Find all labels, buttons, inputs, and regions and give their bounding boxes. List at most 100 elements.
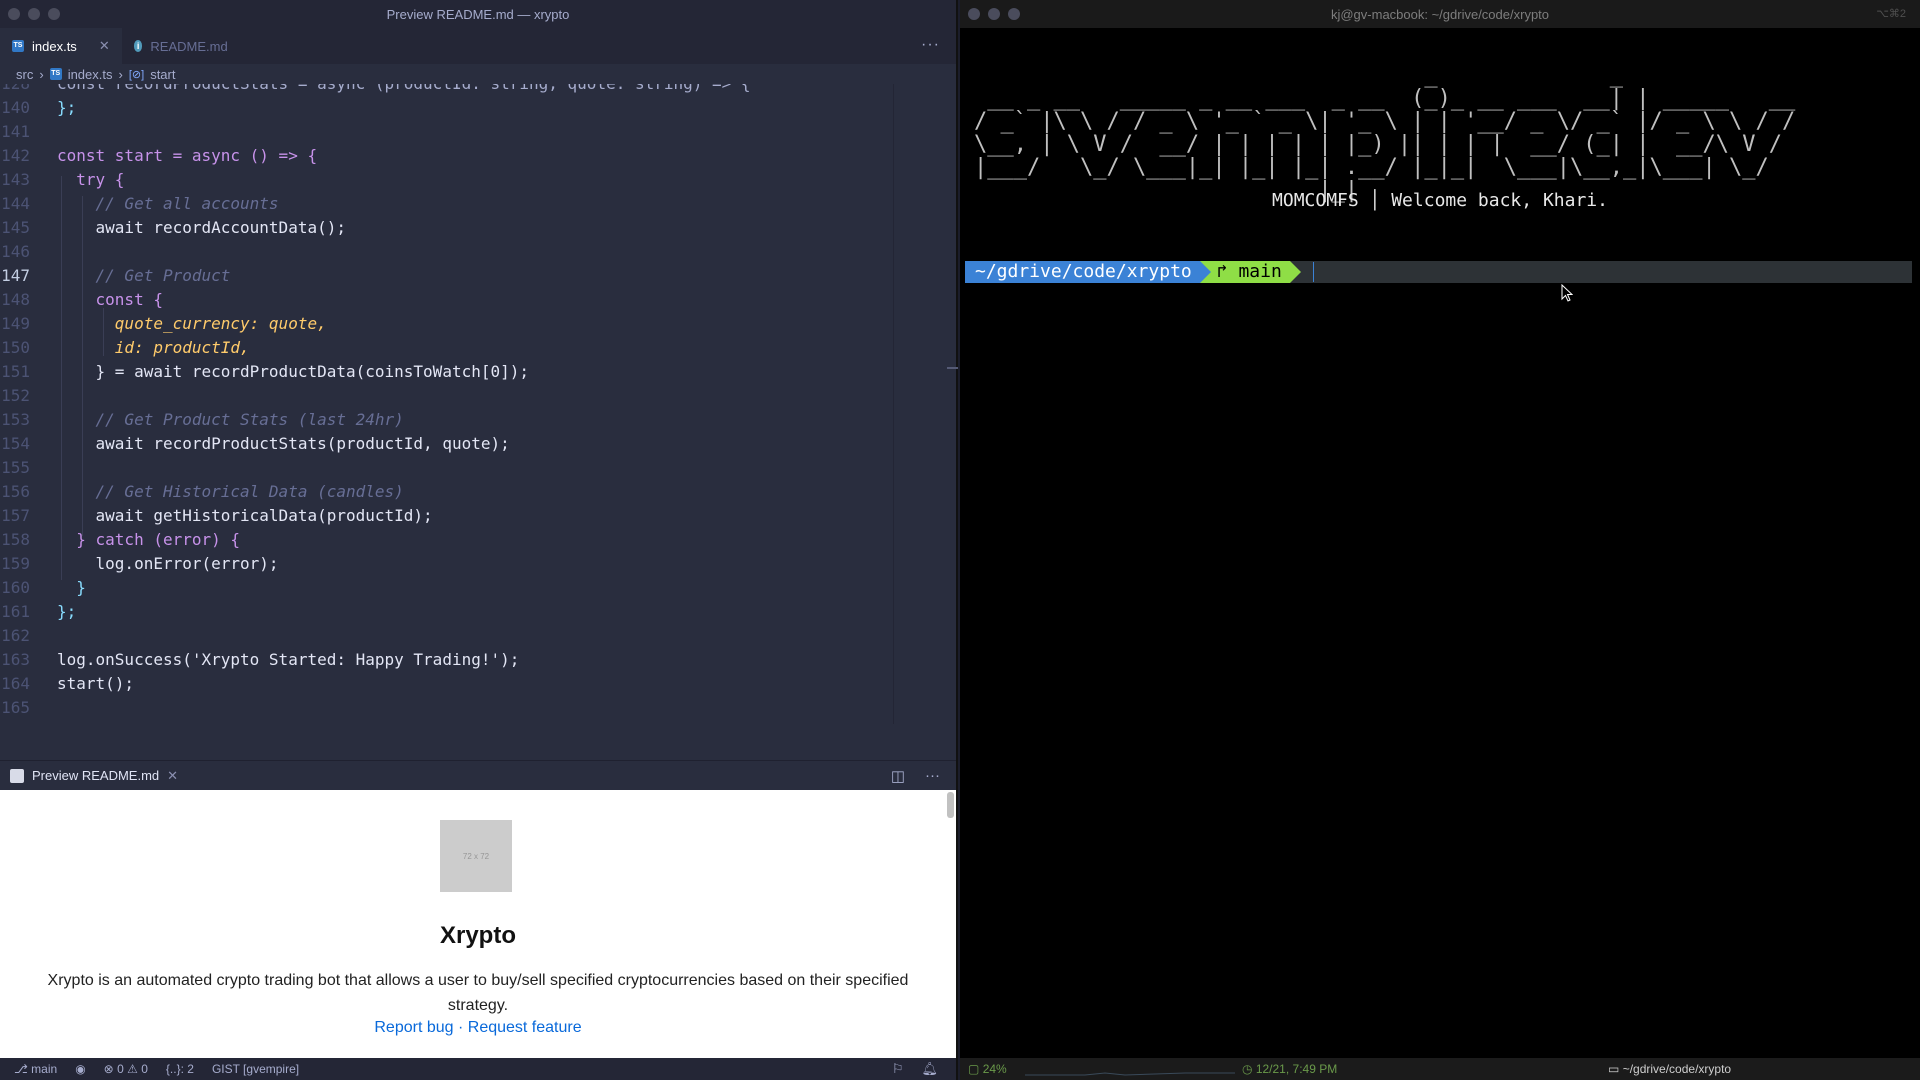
more-actions-icon[interactable]: ··· — [925, 767, 940, 785]
code-line: 156 // Get Historical Data (candles) — [1, 482, 404, 501]
terminal-window[interactable]: kj@gv-macbook: ~/gdrive/code/xrypto ⌥⌘2 … — [960, 0, 1920, 1080]
zoom-window-button[interactable] — [1008, 8, 1020, 20]
more-actions-icon[interactable]: ··· — [921, 36, 940, 54]
prompt-branch: ↱ main — [1210, 261, 1290, 283]
code-line: 128const recordProductStats = async (pro… — [0, 84, 893, 96]
code-line: 155 — [1, 458, 30, 477]
minimap-border — [893, 84, 894, 724]
terminal-titlebar: kj@gv-macbook: ~/gdrive/code/xrypto ⌥⌘2 — [960, 0, 1920, 28]
report-bug-link[interactable]: Report bug — [374, 1019, 453, 1036]
readme-title: Xrypto — [439, 922, 516, 949]
editor-titlebar: Preview README.md — xrypto — [0, 0, 956, 28]
link-separator: · — [457, 1019, 464, 1036]
tab-label: README.md — [150, 38, 228, 54]
readme-description: Xrypto is an automated crypto trading bo… — [47, 972, 909, 1014]
datetime-status: ◷ 12/21, 7:49 PM — [1242, 1062, 1338, 1076]
request-feature-link[interactable]: Request feature — [468, 1019, 582, 1036]
code-line: 141 — [1, 122, 30, 141]
logo-placeholder: 72 x 72 — [440, 820, 512, 892]
scrollbar[interactable] — [947, 792, 954, 818]
code-line: 162 — [1, 626, 30, 645]
code-editor[interactable]: 128const recordProductStats = async (pro… — [0, 84, 893, 724]
clock-icon: ◷ — [1242, 1062, 1253, 1076]
panel-tab-label: Preview README.md — [32, 768, 160, 783]
error-icon: ⊗ — [103, 1062, 114, 1076]
cpu-status: ▢ 24% — [968, 1062, 1007, 1076]
window-title: Preview README.md — xrypto — [386, 6, 570, 22]
cpu-graph — [1025, 1072, 1235, 1076]
code-line: 159 log.onError(error); — [1, 554, 279, 573]
chevron-right-icon: › — [39, 66, 44, 82]
editor-window: Preview README.md — xrypto TS index.ts ✕… — [0, 0, 958, 1080]
close-window-button[interactable] — [8, 8, 20, 20]
terminal-title: kj@gv-macbook: ~/gdrive/code/xrypto — [1330, 6, 1550, 22]
ascii-banner: _ _ __ _ __ _____ _ __ ___ _ __ (_)_ __ … — [974, 63, 1796, 203]
tab-readme[interactable]: i README.md — [122, 28, 240, 64]
tab-preview-readme[interactable]: Preview README.md ✕ — [0, 768, 188, 784]
close-icon[interactable]: ✕ — [167, 768, 178, 784]
code-line: 161}; — [1, 602, 77, 621]
powerline-separator — [1199, 261, 1211, 283]
tab-index-ts[interactable]: TS index.ts ✕ — [0, 28, 122, 64]
code-line: 153 // Get Product Stats (last 24hr) — [1, 410, 404, 429]
info-icon: i — [133, 40, 143, 52]
close-icon[interactable]: ✕ — [99, 38, 110, 54]
prompt-path: ~/gdrive/code/xrypto — [965, 261, 1200, 283]
zoom-window-button[interactable] — [48, 8, 60, 20]
typescript-icon: TS — [49, 68, 62, 80]
code-line: 149 quote_currency: quote, — [1, 314, 327, 333]
tab-label: index.ts — [32, 38, 77, 54]
welcome-message: MOMCOMFS │ Welcome back, Khari. — [1272, 190, 1608, 211]
close-window-button[interactable] — [968, 8, 980, 20]
feedback-icon[interactable]: ⚐ — [892, 1061, 904, 1077]
code-line: 151 } = await recordProductData(coinsToW… — [1, 362, 530, 381]
code-line: 145 await recordAccountData(); — [1, 218, 346, 237]
mouse-cursor-icon — [1561, 284, 1573, 302]
code-line: 146 — [1, 242, 30, 261]
cpu-icon: ▢ — [968, 1062, 980, 1076]
path-status: ▭ ~/gdrive/code/xrypto — [1608, 1062, 1732, 1076]
folder-icon: ▭ — [1608, 1062, 1620, 1076]
code-line: 152 — [1, 386, 30, 405]
chevron-right-icon: › — [118, 66, 123, 82]
code-line: 144 // Get all accounts — [1, 194, 279, 213]
bell-icon[interactable]: 🔔︎ — [921, 1061, 938, 1077]
code-line: 140}; — [1, 98, 77, 117]
symbol-variable-icon: [⊘] — [128, 68, 145, 81]
split-editor-icon[interactable]: ◫ — [891, 767, 905, 785]
preview-icon — [10, 768, 24, 783]
minimize-window-button[interactable] — [28, 8, 40, 20]
window-shortcut: ⌥⌘2 — [1876, 8, 1906, 20]
code-line: 157 await getHistoricalData(productId); — [1, 506, 433, 525]
code-line: 154 await recordProductStats(productId, … — [1, 434, 510, 453]
code-line: 160 } — [1, 578, 86, 597]
code-line: 165 — [1, 698, 30, 717]
code-line: 163 log.onSuccess('Xrypto Started: Happy … — [1, 650, 520, 669]
gist-status[interactable]: GIST [gvempire] — [212, 1062, 299, 1076]
code-line: 158 } catch (error) { — [1, 530, 241, 549]
breadcrumb-symbol[interactable]: start — [150, 67, 175, 82]
typescript-icon: TS — [12, 40, 24, 52]
branch-status[interactable]: ⎇ main — [14, 1062, 57, 1076]
powerline-separator — [1289, 261, 1301, 283]
breadcrumb: src › TS index.ts › [⊘] start — [0, 64, 956, 84]
code-line: 148 const { — [1, 290, 163, 309]
git-branch-icon: ↱ — [1216, 261, 1228, 282]
readme-links: Report bug · Request feature — [0, 1019, 956, 1037]
minimize-window-button[interactable] — [988, 8, 1000, 20]
code-line: 147 // Get Product — [1, 266, 231, 285]
terminal-statusbar: ▢ 24% ◷ 12/21, 7:49 PM ▭ ~/gdrive/code/x… — [960, 1058, 1920, 1080]
markdown-preview[interactable]: 72 x 72 Xrypto Xrypto is an automated cr… — [0, 790, 956, 1058]
preview-panel-bar: Preview README.md ✕ ◫ ··· — [0, 760, 956, 790]
problems-status[interactable]: ⊗ 0 ⚠ 0 — [104, 1062, 148, 1076]
scrollbar-marker[interactable] — [947, 367, 958, 369]
shell-prompt[interactable]: ~/gdrive/code/xrypto ↱ main — [965, 261, 1912, 283]
code-line: 164 start(); — [1, 674, 135, 693]
sync-icon[interactable]: ◉ — [75, 1062, 85, 1076]
code-line: 142 const start = async () => { — [1, 146, 318, 165]
json-status[interactable]: {..}: 2 — [166, 1062, 194, 1076]
text-cursor — [1312, 262, 1314, 282]
code-line: 143 try { — [1, 170, 125, 189]
breadcrumb-folder[interactable]: src — [16, 67, 33, 82]
breadcrumb-file[interactable]: index.ts — [68, 67, 113, 82]
